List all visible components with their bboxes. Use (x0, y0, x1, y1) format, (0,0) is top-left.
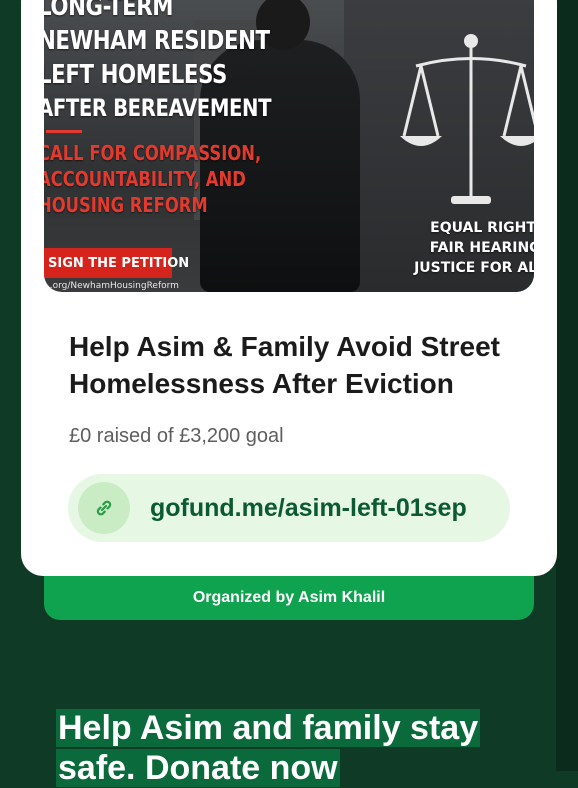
raised-amount: £0 raised of £3,200 goal (69, 425, 284, 447)
organizer-label: Organized by Asim Khalil (192, 589, 386, 606)
fundraiser-link-text: gofund.me/asim-left-01sep (150, 493, 467, 522)
link-icon (78, 482, 130, 534)
hero-image: LONG-TERM NEWHAM RESIDENT LEFT HOMELESS … (44, 0, 534, 292)
fundraiser-link[interactable]: gofund.me/asim-left-01sep (68, 474, 510, 542)
rights-text: EQUAL RIGHTS FAIR HEARING, JUSTICE FOR A… (414, 220, 534, 276)
sign-petition-button: SIGN THE PETITION (44, 248, 189, 278)
organizer-banner[interactable]: Organized by Asim Khalil (44, 572, 534, 620)
fundraiser-title[interactable]: Help Asim & Family Avoid Street Homeless… (69, 328, 539, 402)
background-edge (556, 0, 578, 771)
hero-headline: LONG-TERM NEWHAM RESIDENT LEFT HOMELESS … (44, 0, 272, 217)
caption-text: Help Asim and family stay safe. Donate n… (56, 709, 481, 787)
hero-url: ...org/NewhamHousingReform (44, 281, 179, 291)
scales-of-justice-icon (400, 34, 534, 204)
